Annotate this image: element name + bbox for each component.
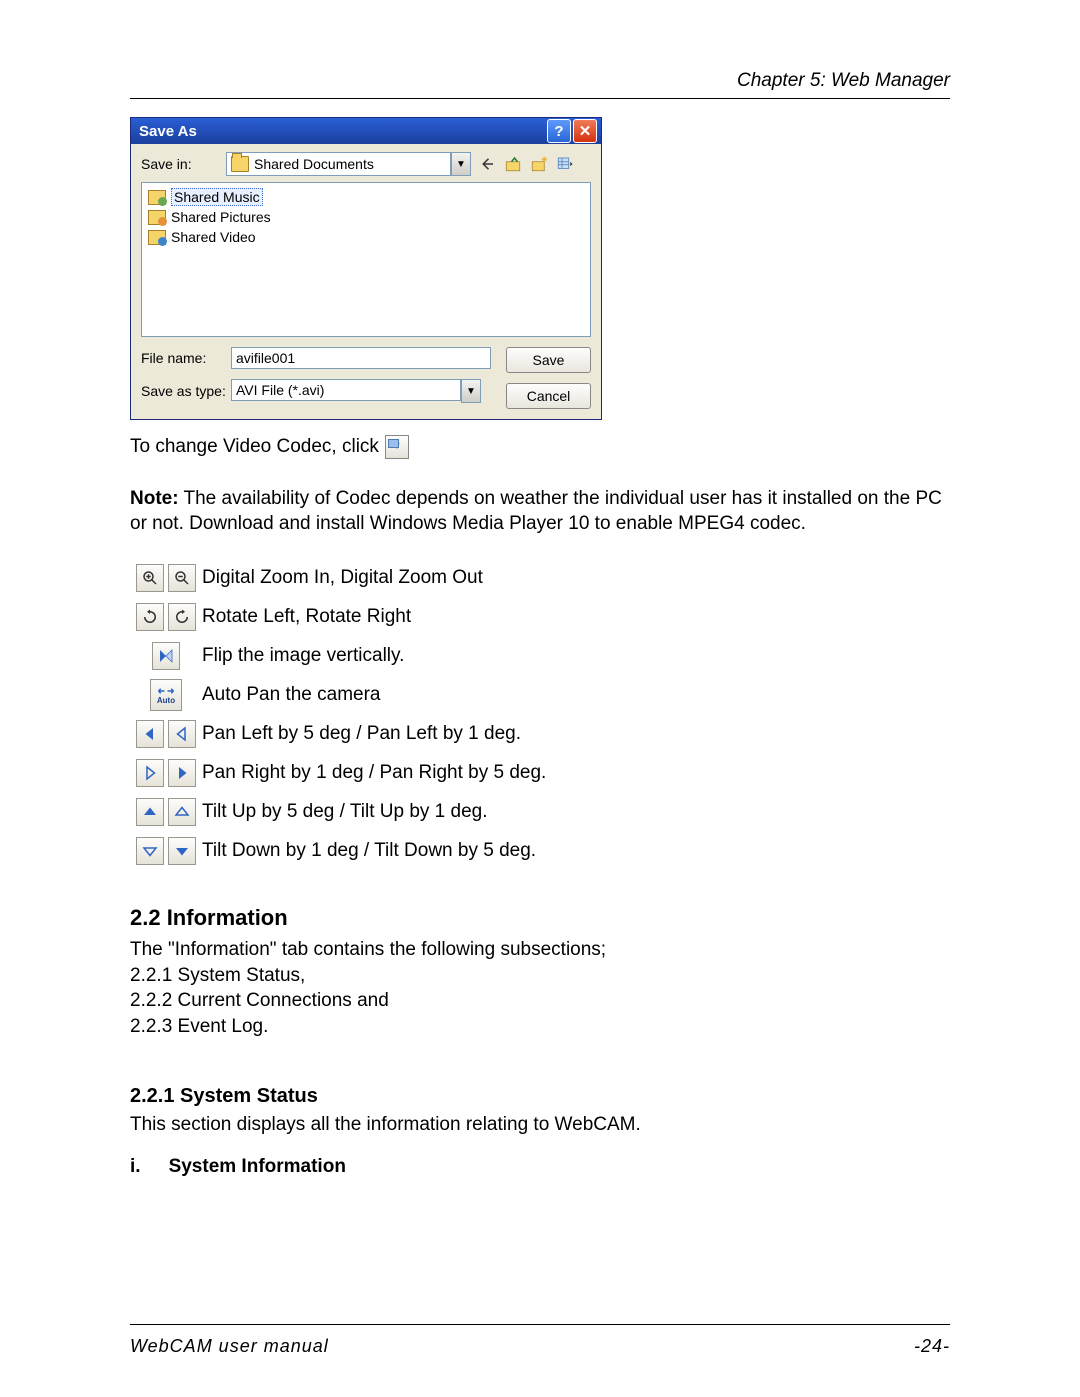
dialog-title: Save As: [139, 123, 197, 140]
footer-rule: [130, 1324, 950, 1325]
auto-pan-icon[interactable]: Auto: [150, 679, 182, 711]
file-name: Shared Pictures: [171, 209, 271, 225]
cancel-button[interactable]: Cancel: [506, 383, 591, 409]
filetype-dropdown[interactable]: AVI File (*.avi) ▼: [231, 379, 481, 403]
list-item[interactable]: Shared Video: [148, 227, 584, 247]
icon-desc: Rotate Left, Rotate Right: [202, 606, 411, 628]
icon-desc: Digital Zoom In, Digital Zoom Out: [202, 567, 483, 589]
up-one-level-icon[interactable]: [503, 154, 523, 174]
folder-icon: [148, 230, 166, 245]
tilt-up-1-icon[interactable]: [168, 798, 196, 826]
footer-left: WebCAM user manual: [130, 1336, 329, 1357]
zoom-out-icon[interactable]: [168, 564, 196, 592]
file-name: Shared Music: [171, 188, 263, 206]
icon-desc: Auto Pan the camera: [202, 684, 381, 706]
folder-icon: [148, 210, 166, 225]
pan-right-1-icon[interactable]: [136, 759, 164, 787]
section-i-prefix: i.: [130, 1156, 141, 1178]
header-rule: [130, 98, 950, 99]
icon-description-table: Digital Zoom In, Digital Zoom Out Rotate…: [130, 559, 950, 871]
close-icon[interactable]: ✕: [573, 119, 597, 143]
icon-desc: Tilt Down by 1 deg / Tilt Down by 5 deg.: [202, 840, 536, 862]
save-in-dropdown[interactable]: Shared Documents: [226, 152, 451, 176]
dialog-titlebar[interactable]: Save As ? ✕: [131, 118, 601, 144]
text-line: 2.2.2 Current Connections and: [130, 988, 950, 1014]
section-2-2-1-text: This section displays all the informatio…: [130, 1112, 950, 1138]
chevron-down-icon[interactable]: ▼: [451, 152, 471, 176]
tilt-up-5-icon[interactable]: [136, 798, 164, 826]
page-number: -24-: [914, 1336, 950, 1357]
page-footer: WebCAM user manual -24-: [130, 1336, 950, 1357]
auto-label: Auto: [157, 696, 175, 705]
file-name: Shared Video: [171, 229, 256, 245]
filename-value: avifile001: [236, 350, 295, 366]
tilt-down-1-icon[interactable]: [136, 837, 164, 865]
section-i-heading: i. System Information: [130, 1156, 950, 1178]
icon-desc: Pan Right by 1 deg / Pan Right by 5 deg.: [202, 762, 546, 784]
codec-text: To change Video Codec, click: [130, 434, 379, 460]
codec-paragraph: To change Video Codec, click: [130, 434, 409, 460]
list-item[interactable]: Shared Pictures: [148, 207, 584, 227]
section-i-title: System Information: [169, 1156, 346, 1178]
note-text: The availability of Codec depends on wea…: [130, 488, 942, 535]
chapter-header: Chapter 5: Web Manager: [130, 70, 950, 92]
tilt-down-5-icon[interactable]: [168, 837, 196, 865]
section-2-2-text: The "Information" tab contains the follo…: [130, 937, 950, 1040]
section-2-2-heading: 2.2 Information: [130, 905, 950, 931]
views-icon[interactable]: [555, 154, 575, 174]
filename-label: File name:: [141, 350, 231, 366]
pan-right-5-icon[interactable]: [168, 759, 196, 787]
zoom-in-icon[interactable]: [136, 564, 164, 592]
back-icon[interactable]: [477, 154, 497, 174]
note-paragraph: Note: The availability of Codec depends …: [130, 486, 950, 537]
text-line: 2.2.1 System Status,: [130, 963, 950, 989]
text-line: The "Information" tab contains the follo…: [130, 937, 950, 963]
save-button[interactable]: Save: [506, 347, 591, 373]
icon-desc: Flip the image vertically.: [202, 645, 404, 667]
rotate-left-icon[interactable]: [136, 603, 164, 631]
filetype-value: AVI File (*.avi): [236, 382, 324, 398]
text-line: 2.2.3 Event Log.: [130, 1014, 950, 1040]
new-folder-icon[interactable]: [529, 154, 549, 174]
note-label: Note:: [130, 488, 179, 509]
section-2-2-1-heading: 2.2.1 System Status: [130, 1085, 950, 1108]
icon-desc: Pan Left by 5 deg / Pan Left by 1 deg.: [202, 723, 521, 745]
help-icon[interactable]: ?: [547, 119, 571, 143]
codec-dropdown-icon[interactable]: [385, 435, 409, 459]
filetype-label: Save as type:: [141, 383, 231, 399]
save-as-dialog: Save As ? ✕ Save in: Shared Documents ▼: [130, 117, 602, 420]
chevron-down-icon[interactable]: ▼: [461, 379, 481, 403]
folder-icon: [231, 156, 249, 172]
rotate-right-icon[interactable]: [168, 603, 196, 631]
pan-left-1-icon[interactable]: [168, 720, 196, 748]
save-in-label: Save in:: [141, 156, 226, 172]
folder-icon: [148, 190, 166, 205]
filename-input[interactable]: avifile001: [231, 347, 491, 369]
list-item[interactable]: Shared Music: [148, 187, 584, 207]
pan-left-5-icon[interactable]: [136, 720, 164, 748]
icon-desc: Tilt Up by 5 deg / Tilt Up by 1 deg.: [202, 801, 488, 823]
file-list-pane[interactable]: Shared Music Shared Pictures Shared Vide…: [141, 182, 591, 337]
flip-vertical-icon[interactable]: [152, 642, 180, 670]
save-in-value: Shared Documents: [254, 156, 374, 172]
